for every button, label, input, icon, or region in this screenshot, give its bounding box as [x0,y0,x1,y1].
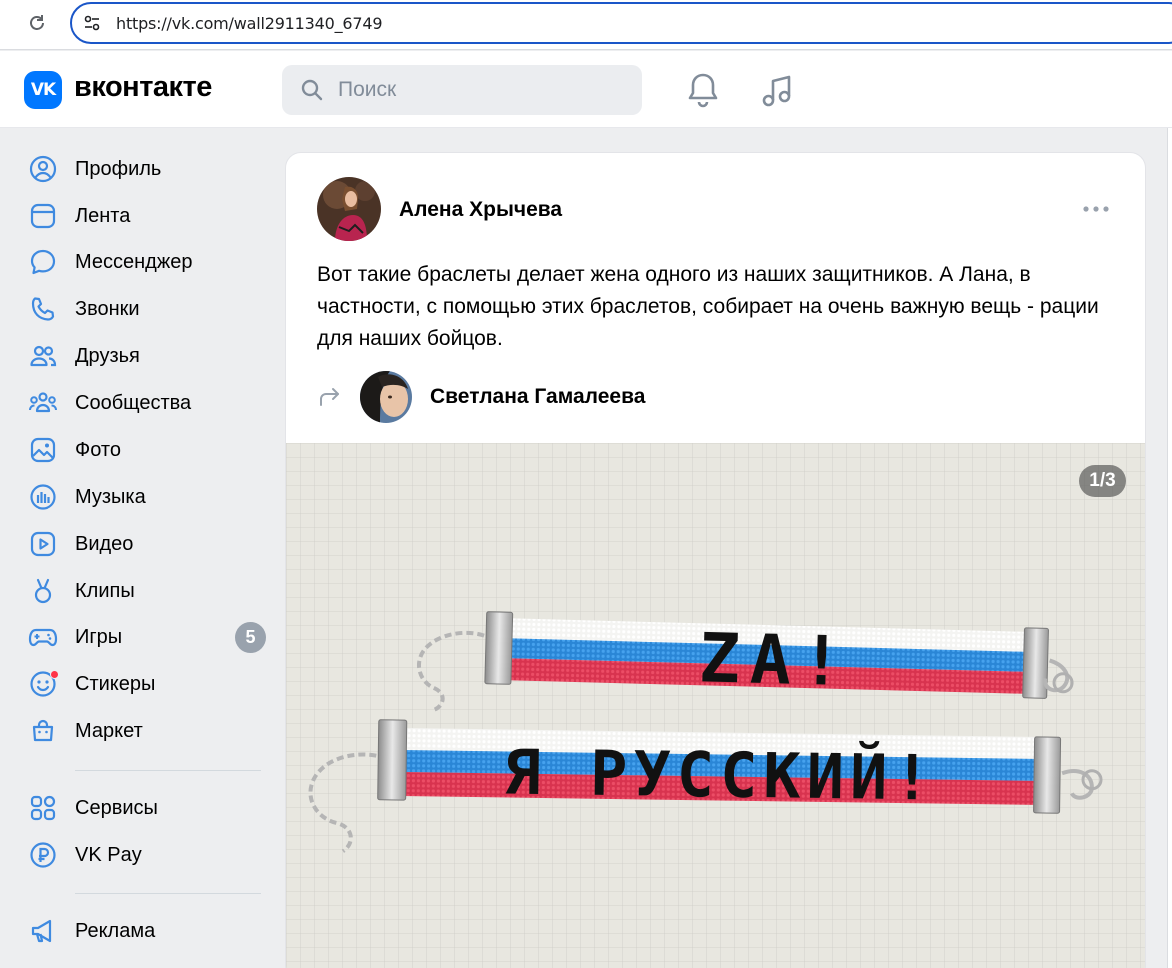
sidebar-item-label: Профиль [75,157,162,180]
svg-text:Я РУССКИЙ!: Я РУССКИЙ! [503,735,937,814]
sidebar-item-music[interactable]: Музыка [28,477,268,517]
sidebar-item-vkpay[interactable]: VK Pay [28,835,268,875]
music-icon [28,482,58,512]
right-panel-edge [1167,128,1172,968]
sidebar-item-label: Реклама [75,919,156,942]
photo-icon [28,435,58,465]
music-note-icon[interactable] [760,73,794,109]
user-circle-icon [28,154,58,184]
new-stickers-dot [50,670,59,679]
sidebar-item-label: Друзья [75,344,140,367]
sidebar-item-label: VK Pay [75,843,142,866]
sidebar-item-services[interactable]: Сервисы [28,788,268,828]
sidebar-item-label: Стикеры [75,672,156,695]
search-placeholder: Поиск [338,78,397,101]
friends-icon [28,341,58,371]
shopping-bag-icon [28,716,58,746]
sidebar-item-label: Лента [75,204,131,227]
search-input[interactable]: Поиск [282,65,642,115]
sidebar-item-clips[interactable]: Клипы [28,571,268,611]
left-sidebar: Профиль Лента Мессенджер Звонки Друзья С… [0,128,280,968]
communities-icon [28,388,58,418]
svg-text:ZA!: ZA! [698,619,853,702]
video-icon [28,529,58,559]
url-text[interactable]: https://vk.com/wall2911340_6749 [116,14,382,33]
sidebar-item-feed[interactable]: Лента [28,196,268,236]
photo-counter: 1/3 [1079,465,1126,497]
sidebar-item-label: Фото [75,438,121,461]
message-bubble-icon [28,247,58,277]
gamepad-icon [28,622,58,652]
clips-icon [28,576,58,606]
sidebar-item-label: Музыка [75,485,146,508]
search-icon [301,79,323,101]
repost-author-avatar[interactable] [360,371,412,423]
sidebar-item-video[interactable]: Видео [28,524,268,564]
sidebar-item-profile[interactable]: Профиль [28,149,268,189]
grid-icon [28,793,58,823]
post-photo[interactable]: ZA! Я РУССКИЙ! 1/3 [286,443,1145,968]
sidebar-item-label: Видео [75,532,134,555]
sidebar-item-label: Клипы [75,579,135,602]
sidebar-item-label: Звонки [75,297,140,320]
author-name[interactable]: Алена Хрычева [399,198,562,222]
sidebar-item-market[interactable]: Маркет [28,711,268,751]
sidebar-item-games[interactable]: Игры 5 [28,617,268,657]
sidebar-item-friends[interactable]: Друзья [28,336,268,376]
sidebar-item-stickers[interactable]: Стикеры [28,664,268,704]
sidebar-item-ads[interactable]: Реклама [28,911,268,951]
wall-post: Алена Хрычева Вот такие браслеты делает … [285,152,1146,968]
sidebar-divider [75,770,261,771]
bracelets-photo: ZA! Я РУССКИЙ! [286,443,1145,968]
site-header: VK вконтакте Поиск [0,51,1172,128]
more-options-icon[interactable] [1081,201,1111,217]
site-settings-icon[interactable] [82,13,102,33]
sidebar-item-photos[interactable]: Фото [28,430,268,470]
vk-logo-icon[interactable]: VK [24,71,62,109]
author-avatar[interactable] [317,177,381,241]
repost-arrow-icon [320,388,339,406]
sidebar-item-messenger[interactable]: Мессенджер [28,242,268,282]
reload-icon[interactable] [24,10,50,36]
megaphone-icon [28,916,58,946]
post-text: Вот такие браслеты делает жена одного из… [317,263,1099,350]
notifications-bell-icon[interactable] [686,71,720,109]
sidebar-divider [75,893,261,894]
sidebar-item-label: Маркет [75,719,143,742]
sidebar-item-label: Сообщества [75,391,192,414]
site-logo-text[interactable]: вконтакте [74,71,212,104]
sidebar-item-communities[interactable]: Сообщества [28,383,268,423]
sidebar-item-label: Мессенджер [75,250,193,273]
phone-icon [28,294,58,324]
repost-author-name[interactable]: Светлана Гамалеева [430,385,645,409]
sidebar-item-label: Игры [75,625,123,648]
address-bar[interactable]: https://vk.com/wall2911340_6749 [70,2,1172,44]
ruble-icon [28,840,58,870]
smile-icon [28,669,59,699]
sidebar-item-label: Сервисы [75,796,158,819]
newsfeed-icon [28,201,58,231]
browser-toolbar: https://vk.com/wall2911340_6749 [0,0,1172,50]
games-count-badge: 5 [235,622,266,653]
sidebar-item-calls[interactable]: Звонки [28,289,268,329]
